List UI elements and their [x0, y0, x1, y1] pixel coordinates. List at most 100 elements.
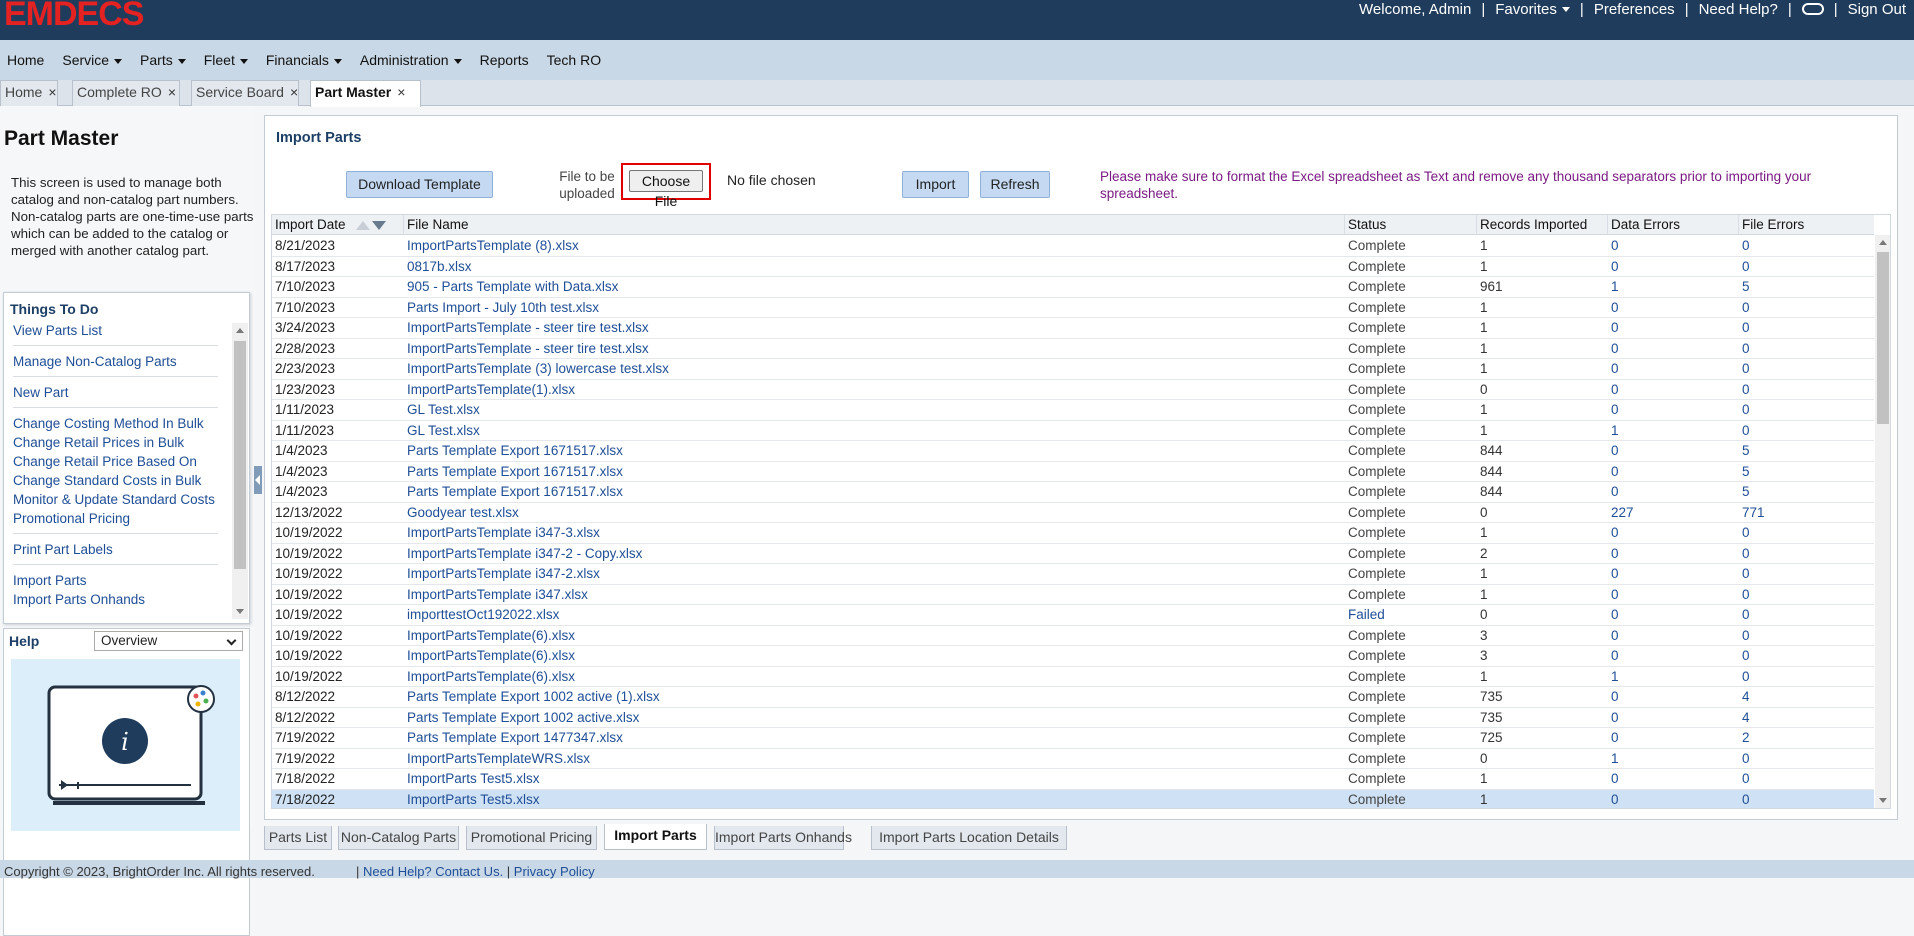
file-errors-link[interactable]: 0: [1739, 400, 1874, 420]
data-errors-link[interactable]: 0: [1608, 769, 1739, 789]
help-topic-select[interactable]: Overview: [94, 631, 243, 651]
file-errors-link[interactable]: 0: [1739, 667, 1874, 687]
tab-parts-list[interactable]: Parts List: [264, 826, 332, 850]
file-name-link[interactable]: Parts Template Export 1671517.xlsx: [404, 441, 1345, 461]
sort-descending-icon[interactable]: [371, 220, 386, 230]
table-row[interactable]: 8/12/2022 Parts Template Export 1002 acti…: [272, 708, 1874, 728]
data-errors-link[interactable]: 0: [1608, 605, 1739, 625]
file-errors-link[interactable]: 0: [1739, 769, 1874, 789]
table-row[interactable]: 1/11/2023 GL Test.xlsx Complete 1 1 0: [272, 421, 1874, 441]
table-row[interactable]: 1/4/2023 Parts Template Export 1671517.xl…: [272, 462, 1874, 482]
file-name-link[interactable]: ImportParts Test5.xlsx: [404, 790, 1345, 809]
table-row[interactable]: 12/13/2022 Goodyear test.xlsx Complete 0 227…: [272, 503, 1874, 523]
menu-reports[interactable]: Reports: [480, 52, 529, 68]
table-row[interactable]: 10/19/2022 ImportPartsTemplate(6).xlsx Com…: [272, 646, 1874, 667]
todo-link[interactable]: Change Retail Price Based On: [13, 452, 218, 471]
menu-fleet[interactable]: Fleet: [204, 52, 248, 68]
todo-link[interactable]: Print Part Labels: [13, 540, 218, 559]
file-errors-link[interactable]: 0: [1739, 359, 1874, 379]
file-errors-link[interactable]: 5: [1739, 277, 1874, 297]
file-name-link[interactable]: GL Test.xlsx: [404, 421, 1345, 441]
table-row[interactable]: 10/19/2022 ImportPartsTemplate i347-3.xls…: [272, 523, 1874, 544]
todo-link[interactable]: Change Retail Prices in Bulk: [13, 433, 218, 452]
menu-service[interactable]: Service: [62, 52, 123, 68]
file-name-link[interactable]: Parts Template Export 1002 active (1).xl…: [404, 687, 1345, 707]
file-errors-link[interactable]: 0: [1739, 523, 1874, 543]
table-row[interactable]: 10/19/2022 ImportPartsTemplate i347-2 - C…: [272, 544, 1874, 564]
table-scrollbar[interactable]: [1875, 235, 1890, 808]
tab-non-catalog-parts[interactable]: Non-Catalog Parts: [338, 826, 459, 850]
table-row[interactable]: 10/19/2022 ImportPartsTemplate(6).xlsx Com…: [272, 667, 1874, 687]
tab-import-parts-onhands[interactable]: Import Parts Onhands: [714, 826, 852, 850]
download-template-button[interactable]: Download Template: [346, 171, 493, 198]
things-to-do-scrollbar[interactable]: [232, 323, 248, 619]
file-name-link[interactable]: 905 - Parts Template with Data.xlsx: [404, 277, 1345, 297]
close-icon[interactable]: ×: [397, 84, 405, 100]
data-errors-link[interactable]: 0: [1608, 585, 1739, 605]
scroll-up-icon[interactable]: [1879, 240, 1887, 245]
data-errors-link[interactable]: 0: [1608, 708, 1739, 728]
menu-financials[interactable]: Financials: [266, 52, 342, 68]
menu-home[interactable]: Home: [7, 52, 44, 68]
file-errors-link[interactable]: 0: [1739, 380, 1874, 400]
choose-file-button[interactable]: Choose File: [629, 170, 703, 209]
file-name-link[interactable]: ImportPartsTemplate i347-2 - Copy.xlsx: [404, 544, 1345, 564]
tab-import-parts[interactable]: Import Parts: [604, 824, 707, 850]
file-errors-link[interactable]: 0: [1739, 236, 1874, 256]
file-name-link[interactable]: ImportPartsTemplate i347.xlsx: [404, 585, 1345, 605]
data-errors-link[interactable]: 0: [1608, 339, 1739, 359]
file-errors-link[interactable]: 0: [1739, 298, 1874, 318]
data-errors-link[interactable]: 0: [1608, 400, 1739, 420]
file-name-link[interactable]: ImportPartsTemplate (8).xlsx: [404, 236, 1345, 256]
menu-administration[interactable]: Administration: [360, 52, 462, 68]
menu-parts[interactable]: Parts: [140, 52, 186, 68]
data-errors-link[interactable]: 0: [1608, 359, 1739, 379]
file-errors-link[interactable]: 5: [1739, 441, 1874, 461]
file-name-link[interactable]: Parts Import - July 10th test.xlsx: [404, 298, 1345, 318]
preferences-link[interactable]: Preferences: [1594, 1, 1675, 18]
file-name-link[interactable]: ImportParts Test5.xlsx: [404, 769, 1345, 789]
todo-link[interactable]: Change Standard Costs in Bulk: [13, 471, 218, 490]
column-file-name[interactable]: File Name: [404, 215, 1345, 235]
close-icon[interactable]: ×: [290, 84, 298, 100]
data-errors-link[interactable]: 0: [1608, 441, 1739, 461]
help-video-thumbnail[interactable]: i: [11, 659, 240, 831]
file-name-link[interactable]: ImportPartsTemplate - steer tire test.xl…: [404, 339, 1345, 359]
file-errors-link[interactable]: 4: [1739, 687, 1874, 707]
file-errors-link[interactable]: 0: [1739, 421, 1874, 441]
refresh-button[interactable]: Refresh: [980, 171, 1050, 198]
data-errors-link[interactable]: 227: [1608, 503, 1739, 523]
file-name-link[interactable]: ImportPartsTemplate (3) lowercase test.x…: [404, 359, 1345, 379]
todo-link[interactable]: New Part: [13, 383, 218, 402]
sort-ascending-icon[interactable]: [355, 220, 370, 230]
data-errors-link[interactable]: 0: [1608, 790, 1739, 809]
file-name-link[interactable]: Parts Template Export 1002 active.xlsx: [404, 708, 1345, 728]
data-errors-link[interactable]: 0: [1608, 482, 1739, 502]
data-errors-link[interactable]: 0: [1608, 564, 1739, 584]
file-name-link[interactable]: ImportPartsTemplate(6).xlsx: [404, 626, 1345, 646]
file-name-link[interactable]: ImportPartsTemplate(6).xlsx: [404, 646, 1345, 666]
data-errors-link[interactable]: 0: [1608, 318, 1739, 338]
file-name-link[interactable]: ImportPartsTemplate(1).xlsx: [404, 380, 1345, 400]
data-errors-link[interactable]: 0: [1608, 626, 1739, 646]
status-cell[interactable]: Failed: [1345, 605, 1477, 625]
table-row[interactable]: 2/28/2023 ImportPartsTemplate - steer tir…: [272, 339, 1874, 359]
data-errors-link[interactable]: 0: [1608, 523, 1739, 543]
column-data-errors[interactable]: Data Errors: [1608, 215, 1739, 235]
file-name-link[interactable]: ImportPartsTemplate(6).xlsx: [404, 667, 1345, 687]
contact-us-link[interactable]: Need Help? Contact Us.: [363, 864, 503, 879]
file-name-link[interactable]: Parts Template Export 1671517.xlsx: [404, 482, 1345, 502]
column-status[interactable]: Status: [1345, 215, 1477, 235]
import-button[interactable]: Import: [902, 171, 969, 198]
table-row[interactable]: 3/24/2023 ImportPartsTemplate - steer tir…: [272, 318, 1874, 339]
file-errors-link[interactable]: 0: [1739, 790, 1874, 809]
file-errors-link[interactable]: 771: [1739, 503, 1874, 523]
file-errors-link[interactable]: 0: [1739, 544, 1874, 564]
file-errors-link[interactable]: 0: [1739, 585, 1874, 605]
table-row[interactable]: 10/19/2022 importtestOct192022.xlsx Failed…: [272, 605, 1874, 626]
favorites-menu[interactable]: Favorites: [1495, 1, 1570, 18]
file-name-link[interactable]: Parts Template Export 1671517.xlsx: [404, 462, 1345, 482]
need-help-link[interactable]: Need Help?: [1699, 1, 1778, 18]
file-errors-link[interactable]: 0: [1739, 339, 1874, 359]
file-name-link[interactable]: importtestOct192022.xlsx: [404, 605, 1345, 625]
